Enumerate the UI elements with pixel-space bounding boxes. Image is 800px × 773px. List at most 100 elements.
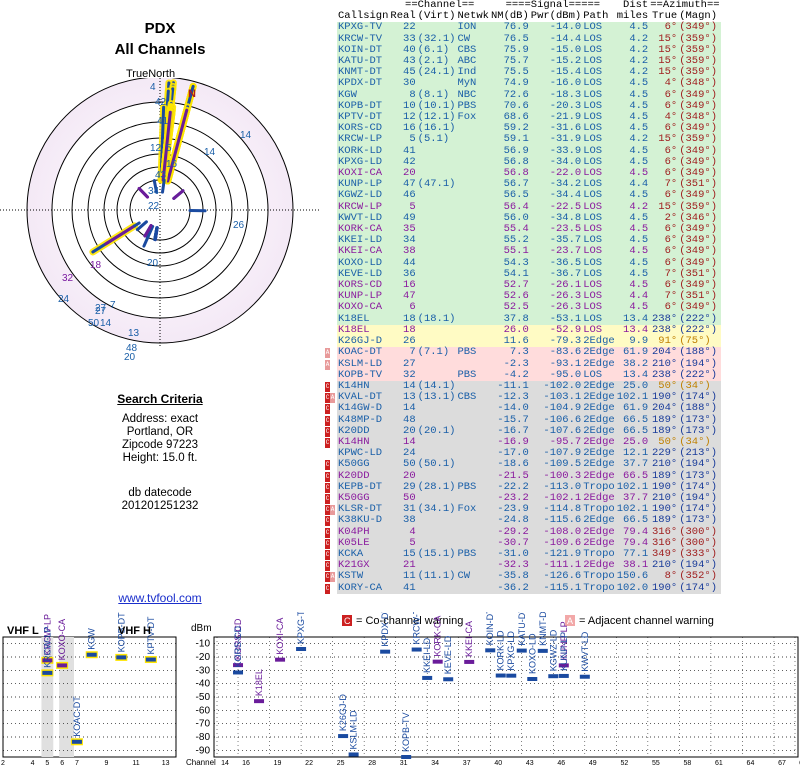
table-row[interactable]: CK38KU-D38-24.8-115.62Edge66.5189°(173°) xyxy=(325,515,721,526)
azimuth-magnetic: (173°) xyxy=(678,515,720,526)
warn-marker xyxy=(325,22,337,33)
warn-marker xyxy=(325,314,337,325)
azimuth-true: 204° xyxy=(649,347,678,358)
table-row[interactable]: KPDX-DT30MyN74.9-16.0LOS4.54°(348°) xyxy=(325,78,721,89)
signal-power: -115.1 xyxy=(530,583,582,594)
warn-marker: A xyxy=(325,359,337,370)
signal-point xyxy=(380,650,390,654)
table-row[interactable]: CAKSTW11(11.1)CW-35.8-126.6Tropo150.68°(… xyxy=(325,571,721,582)
warn-marker xyxy=(325,112,337,123)
signal-point-label: KKEI-CA xyxy=(464,621,474,657)
path-type: Tropo xyxy=(582,583,616,594)
distance: 66.5 xyxy=(616,515,650,526)
network xyxy=(456,123,490,134)
virtual-channel xyxy=(417,22,457,33)
table-row[interactable]: CK50GG50(50.1)-18.6-109.52Edge37.7210°(1… xyxy=(325,459,721,470)
callsign: KOAC-DT xyxy=(337,347,389,358)
polar-channel-label: 12 xyxy=(150,143,162,154)
azimuth-true: 189° xyxy=(649,515,678,526)
warn-marker: C xyxy=(325,403,337,414)
distance: 4.5 xyxy=(616,22,650,33)
callsign: K38KU-D xyxy=(337,515,389,526)
network xyxy=(456,314,490,325)
signal-point-label: KOXI-CA xyxy=(275,618,285,655)
virtual-channel xyxy=(417,190,457,201)
signal-point xyxy=(559,674,569,678)
network: PBS xyxy=(456,549,490,560)
warn-marker xyxy=(325,179,337,190)
signal-point xyxy=(496,674,506,678)
virtual-channel: (7.1) xyxy=(417,347,457,358)
virtual-channel xyxy=(417,157,457,168)
polar-channel-label: 5 xyxy=(166,143,172,154)
warn-marker: C xyxy=(325,381,337,392)
signal-point-label: KGWZ-LD xyxy=(548,629,558,671)
polar-channel-label: 42 xyxy=(155,97,167,108)
callsign: K50GG xyxy=(337,459,389,470)
table-row[interactable]: CK14GW-D14-14.0-104.92Edge61.9204°(188°) xyxy=(325,403,721,414)
real-channel: 38 xyxy=(389,515,416,526)
vhf-x-tick-label: 4 xyxy=(31,760,35,767)
azimuth-magnetic: (349°) xyxy=(678,22,720,33)
signal-point xyxy=(296,647,306,651)
network xyxy=(456,583,490,594)
network xyxy=(456,235,490,246)
cochannel-warning-icon: C xyxy=(325,460,330,470)
network xyxy=(456,302,490,313)
cochannel-marker-letter: C xyxy=(344,616,351,626)
azimuth-magnetic: (349°) xyxy=(678,302,720,313)
virtual-channel xyxy=(417,269,457,280)
noise-margin: 76.9 xyxy=(490,22,530,33)
warn-marker xyxy=(325,101,337,112)
signal-point xyxy=(538,649,548,653)
cochannel-warning-icon: C xyxy=(325,539,330,549)
y-tick-label: -80 xyxy=(196,732,211,743)
warn-marker xyxy=(325,78,337,89)
y-tick-label: -70 xyxy=(196,719,211,730)
adjacent-warning-icon: A xyxy=(330,505,335,515)
table-row[interactable]: KPXG-TV22ION76.9-14.0LOS4.56°(349°) xyxy=(325,22,721,33)
cochannel-warning-icon: C xyxy=(325,416,330,426)
polar-channel-label: 14 xyxy=(100,318,112,329)
polar-channel-label: 50 xyxy=(88,318,100,329)
signal-point xyxy=(349,752,359,756)
noise-margin: 74.9 xyxy=(490,78,530,89)
table-row[interactable]: AKOAC-DT7(7.1)PBS7.3-83.62Edge61.9204°(1… xyxy=(325,347,721,358)
network xyxy=(456,202,490,213)
header-virt: (Virt) xyxy=(417,11,457,22)
table-row[interactable]: KOXO-CA652.5-26.3LOS4.56°(349°) xyxy=(325,302,721,313)
azimuth-magnetic: (188°) xyxy=(678,347,720,358)
vhf-x-tick-label: 6 xyxy=(60,760,64,767)
network xyxy=(456,459,490,470)
warn-marker: CA xyxy=(325,392,337,403)
virtual-channel xyxy=(417,437,457,448)
tvfool-link[interactable]: www.tvfool.com xyxy=(0,591,320,605)
azimuth-true: 204° xyxy=(649,403,678,414)
azimuth-true: 8° xyxy=(649,571,678,582)
signal-point-label: KKEI-LD xyxy=(422,637,432,673)
network xyxy=(456,403,490,414)
warn-marker xyxy=(325,291,337,302)
network xyxy=(456,168,490,179)
warn-marker: A xyxy=(325,347,337,358)
network: Fox xyxy=(456,112,490,123)
table-row[interactable]: KKEI-CA3855.1-23.7LOS4.56°(349°) xyxy=(325,246,721,257)
callsign: KORY-CA xyxy=(337,583,389,594)
table-row[interactable]: KGWZ-LD4656.5-34.4LOS4.56°(349°) xyxy=(325,190,721,201)
page-title: PDX xyxy=(0,20,320,37)
uhf-x-tick-label: 55 xyxy=(652,760,660,767)
real-channel: 41 xyxy=(389,583,416,594)
table-row[interactable]: CKORY-CA41-36.2-115.1Tropo102.0190°(174°… xyxy=(325,583,721,594)
virtual-channel xyxy=(417,258,457,269)
warn-marker xyxy=(325,280,337,291)
signal-point xyxy=(116,655,126,659)
path-type: LOS xyxy=(582,78,616,89)
uhf-x-tick-label: 46 xyxy=(557,760,565,767)
signal-point xyxy=(433,660,443,664)
signal-point xyxy=(146,658,156,662)
warn-marker: C xyxy=(325,560,337,571)
table-row[interactable]: KRCW-LP5(5.1)59.1-31.9LOS4.215°(359°) xyxy=(325,134,721,145)
virtual-channel xyxy=(417,583,457,594)
cochannel-warning-icon: C xyxy=(325,584,330,594)
cochannel-warning-icon: C xyxy=(325,528,330,538)
